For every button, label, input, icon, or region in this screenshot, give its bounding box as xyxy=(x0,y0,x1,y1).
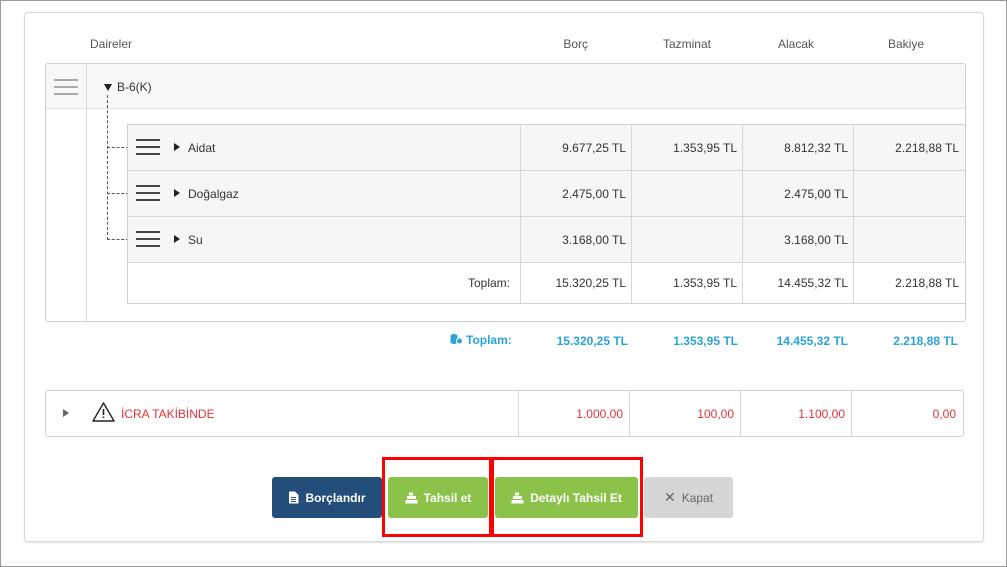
kapat-button[interactable]: ✕ Kapat xyxy=(644,477,733,518)
grand-total-borc: 15.320,25 TL xyxy=(556,334,628,348)
subtotal-borc: 15.320,25 TL xyxy=(555,276,626,290)
cell-tazminat: 1.353,95 TL xyxy=(673,141,737,155)
drag-handle-icon[interactable] xyxy=(136,231,160,247)
subtotal-alacak: 14.455,32 TL xyxy=(777,276,848,290)
grand-total-bakiye: 2.218,88 TL xyxy=(893,334,958,348)
warning-icon xyxy=(92,402,115,422)
tree-connector xyxy=(107,95,108,240)
column-header-borc: Borç xyxy=(563,37,588,51)
row-label: Su xyxy=(188,233,203,247)
chevron-down-icon[interactable] xyxy=(104,84,112,91)
icra-alacak: 1.100,00 xyxy=(798,407,845,421)
column-header-daireler: Daireler xyxy=(90,37,133,51)
cell-borc: 2.475,00 TL xyxy=(562,187,626,201)
chevron-right-icon[interactable] xyxy=(63,409,69,417)
tree-connector xyxy=(107,239,129,240)
icra-bakiye: 0,00 xyxy=(932,407,956,421)
column-header-alacak: Alacak xyxy=(777,37,814,51)
kapat-label: Kapat xyxy=(681,490,714,505)
subtotal-bakiye: 2.218,88 TL xyxy=(895,276,959,290)
tree-root-label[interactable]: B-6(K) xyxy=(117,80,152,94)
grand-total-alacak: 14.455,32 TL xyxy=(776,334,848,348)
grand-total-label: Toplam: xyxy=(466,333,512,347)
cell-alacak: 8.812,32 TL xyxy=(784,141,848,155)
money-icon xyxy=(450,334,463,345)
tree-connector xyxy=(107,193,129,194)
drag-handle-icon[interactable] xyxy=(54,79,78,95)
tree-handle-column xyxy=(46,64,87,321)
cell-alacak: 3.168,00 TL xyxy=(784,233,848,247)
drag-handle-icon[interactable] xyxy=(136,185,160,201)
cell-borc: 9.677,25 TL xyxy=(562,141,626,155)
highlight-box xyxy=(382,457,492,537)
close-icon: ✕ xyxy=(663,489,676,505)
icra-tazminat: 100,00 xyxy=(697,407,734,421)
tree-connector xyxy=(107,147,129,148)
document-icon xyxy=(289,491,299,504)
icra-borc: 1.000,00 xyxy=(576,407,623,421)
grand-total-tazminat: 1.353,95 TL xyxy=(673,334,738,348)
tree-root-row[interactable] xyxy=(46,64,965,109)
chevron-right-icon[interactable] xyxy=(174,235,180,243)
cell-alacak: 2.475,00 TL xyxy=(784,187,848,201)
highlight-box xyxy=(491,457,643,537)
subtotal-label: Toplam: xyxy=(467,276,510,290)
chevron-right-icon[interactable] xyxy=(174,189,180,197)
column-header-tazminat: Tazminat xyxy=(662,37,711,51)
cell-bakiye: 2.218,88 TL xyxy=(895,141,959,155)
row-label: Doğalgaz xyxy=(188,187,239,201)
drag-handle-icon[interactable] xyxy=(136,139,160,155)
row-label: Aidat xyxy=(188,141,216,155)
borclandir-button[interactable]: Borçlandır xyxy=(272,477,382,518)
cell-borc: 3.168,00 TL xyxy=(562,233,626,247)
column-header-bakiye: Bakiye xyxy=(887,37,924,51)
chevron-right-icon[interactable] xyxy=(174,143,180,151)
subtotal-tazminat: 1.353,95 TL xyxy=(673,276,737,290)
icra-label: İCRA TAKİBİNDE xyxy=(121,407,215,421)
borclandir-label: Borçlandır xyxy=(305,490,366,505)
